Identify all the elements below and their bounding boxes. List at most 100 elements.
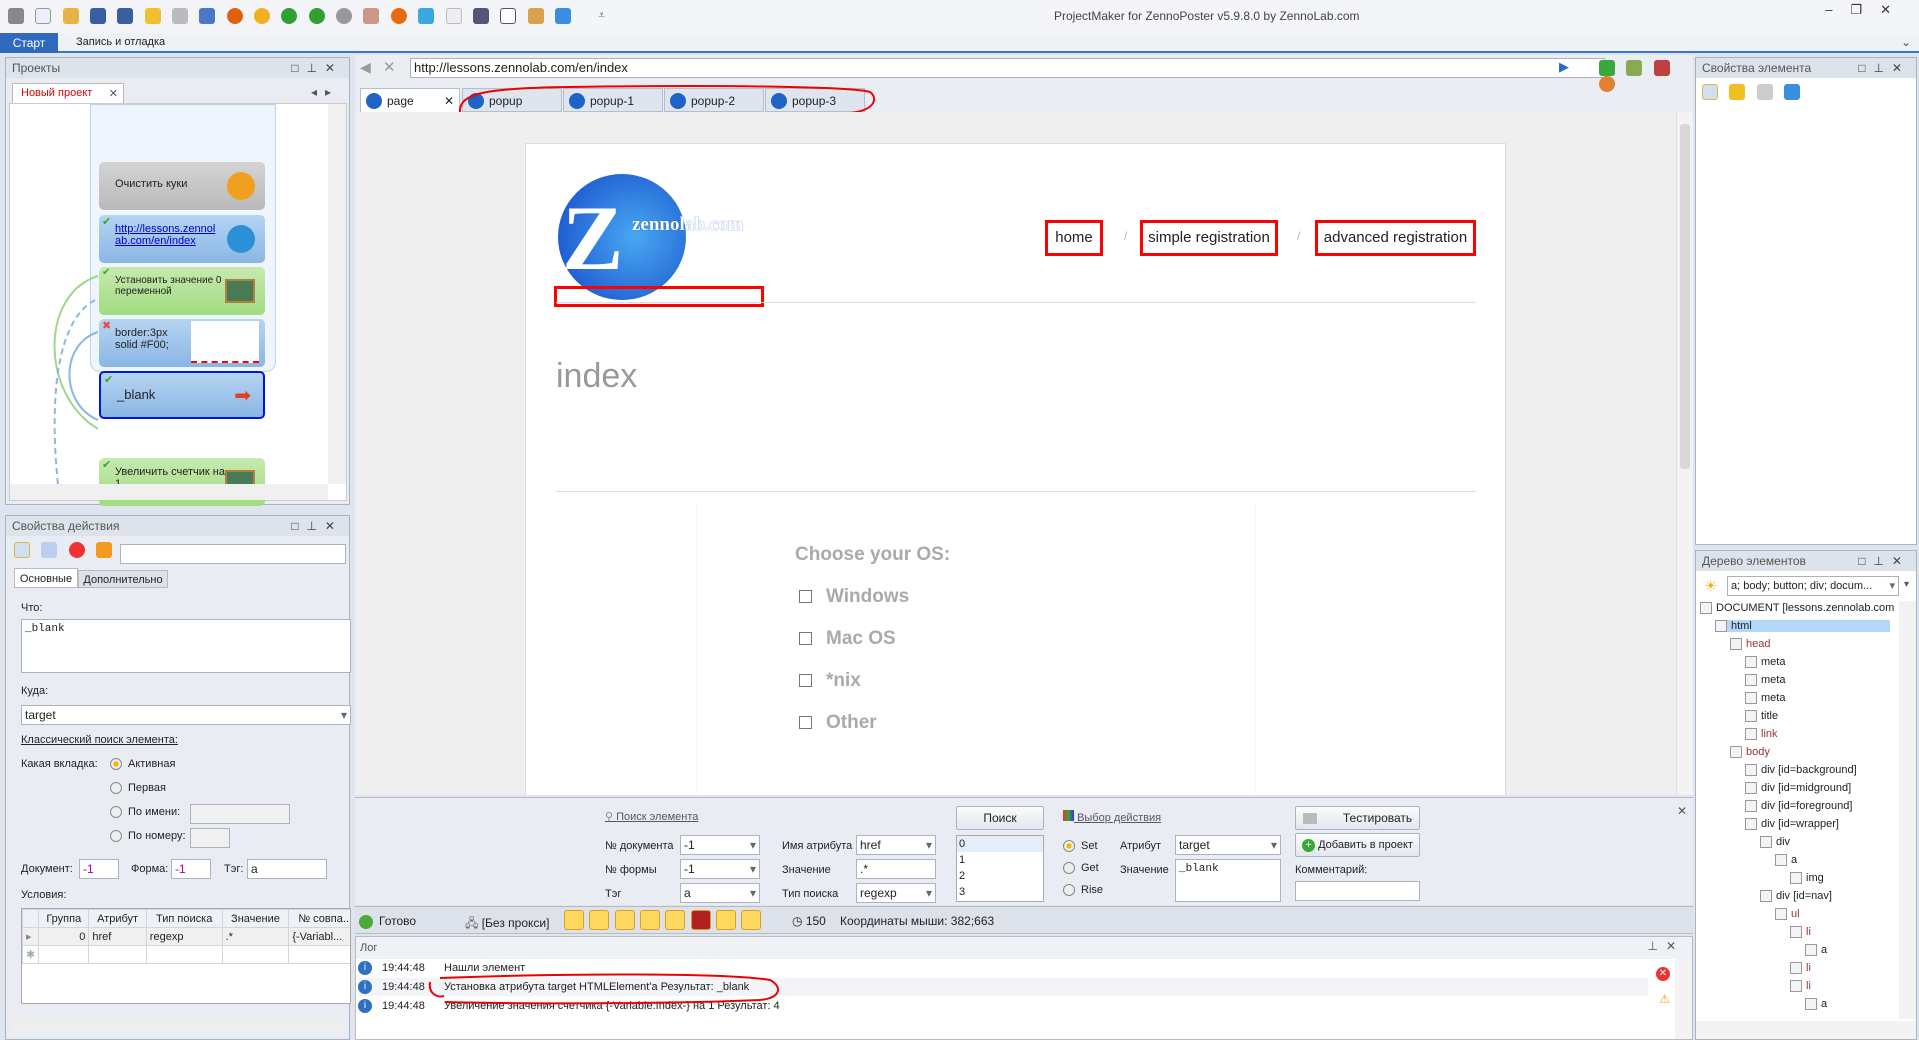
web-viewport[interactable]: Z zennolab.com home / simple registratio… xyxy=(356,112,1676,795)
action-search-input[interactable] xyxy=(120,544,346,564)
back-icon[interactable]: ◀ xyxy=(360,59,371,76)
node-set-variable[interactable]: Установить значение 0 переменной ✔ xyxy=(99,267,265,315)
step-icon[interactable] xyxy=(308,8,325,24)
tree-node[interactable]: div [id=background] xyxy=(1745,764,1857,777)
fullscreen-icon[interactable] xyxy=(554,8,571,24)
column-header[interactable]: Тип поиска xyxy=(145,909,223,928)
node-border-style[interactable]: border:3px solid #F00; ✖ xyxy=(99,319,265,367)
tab-basic[interactable]: Основные xyxy=(14,568,78,588)
log-controls[interactable]: ⊥✕ xyxy=(1647,939,1684,953)
os-macos[interactable]: Mac OS xyxy=(799,628,896,650)
doc-input[interactable]: -1 xyxy=(79,859,119,879)
address-bar[interactable]: http://lessons.zennolab.com/en/index xyxy=(410,58,1605,78)
action-set-radio[interactable]: Set xyxy=(1063,840,1098,853)
new-file-icon[interactable] xyxy=(35,8,52,24)
tree-node[interactable]: meta xyxy=(1745,656,1785,669)
doc-tab-nav[interactable]: ◂▸ xyxy=(311,85,339,99)
panel-controls[interactable]: □⊥✕ xyxy=(291,58,343,78)
firefox-icon[interactable] xyxy=(390,8,407,24)
os-windows[interactable]: Windows xyxy=(799,586,909,608)
tree-node[interactable]: div [id=wrapper] xyxy=(1745,818,1839,831)
node-navigate-url[interactable]: http://lessons.zennolab.com/en/index ✔ xyxy=(99,215,265,263)
where-select[interactable]: target xyxy=(21,705,351,725)
tab-advanced[interactable]: Дополнительно xyxy=(78,570,168,588)
tab-number-input[interactable] xyxy=(190,828,230,848)
canvas-hscrollbar[interactable] xyxy=(10,484,328,500)
cookie-icon[interactable] xyxy=(1599,76,1615,92)
action-hscrollbar[interactable] xyxy=(10,1018,346,1034)
tree-node[interactable]: body xyxy=(1730,746,1770,759)
flash-toggle-icon[interactable] xyxy=(690,910,711,930)
save-icon[interactable] xyxy=(90,8,107,24)
hourglass-icon[interactable] xyxy=(527,8,544,24)
search-doc-select[interactable]: -1 xyxy=(680,835,760,855)
play-icon[interactable] xyxy=(281,8,298,24)
db-icon[interactable] xyxy=(1653,60,1670,76)
radio-active[interactable]: Активная xyxy=(110,758,175,771)
nav-advanced-registration[interactable]: advanced registration xyxy=(1315,220,1476,256)
tree-node[interactable]: DOCUMENT [lessons.zennolab.com xyxy=(1700,602,1894,615)
save-as-icon[interactable] xyxy=(117,8,134,24)
results-list[interactable]: 0 1 2 3 xyxy=(956,835,1044,902)
tree-node[interactable]: a xyxy=(1805,944,1827,957)
tree-node[interactable]: img xyxy=(1790,872,1824,885)
canvas-vscrollbar[interactable] xyxy=(328,104,346,484)
frames-toggle-icon[interactable] xyxy=(589,910,610,930)
form-input[interactable]: -1 xyxy=(171,859,211,879)
comment-input[interactable] xyxy=(1295,881,1420,901)
result-item[interactable]: 1 xyxy=(957,852,1043,868)
go-icon[interactable]: ▶ xyxy=(1559,59,1569,75)
attr-value-input[interactable]: .* xyxy=(856,859,936,879)
warning-icon[interactable]: ⚠ xyxy=(1659,992,1670,1006)
tree-hscrollbar[interactable] xyxy=(1696,1021,1916,1039)
new-row[interactable]: ✱ xyxy=(22,945,350,964)
popups-toggle-icon[interactable] xyxy=(716,910,737,930)
table-cell[interactable]: {-Variabl... xyxy=(288,927,350,946)
conditions-grid[interactable]: Группа Атрибут Тип поиска Значение № совпа..… xyxy=(22,909,350,964)
sun-icon[interactable]: ☀ xyxy=(1704,577,1717,595)
os-nix[interactable]: *nix xyxy=(799,670,861,692)
close-tab-icon[interactable]: ✕ xyxy=(109,87,118,100)
viewport-vscrollbar-track[interactable] xyxy=(1676,112,1693,795)
mail-icon[interactable] xyxy=(445,8,462,24)
user-icon[interactable] xyxy=(363,8,380,24)
undo-icon[interactable] xyxy=(144,8,161,24)
zennolab-logo[interactable]: Z xyxy=(558,174,686,300)
add-icon[interactable] xyxy=(1599,60,1615,76)
ribbon-tab-start[interactable]: Старт xyxy=(0,33,58,53)
classic-search-link[interactable]: Классический поиск элемента: xyxy=(21,734,178,746)
table-cell[interactable]: 0 xyxy=(38,927,90,946)
ribbon-collapse-icon[interactable]: ⌄ xyxy=(1901,35,1911,49)
tree-node[interactable]: div xyxy=(1760,836,1790,849)
action-value-textarea[interactable]: _blank xyxy=(1175,859,1281,902)
css-toggle-icon[interactable] xyxy=(640,910,661,930)
tree-node[interactable]: div [id=nav] xyxy=(1760,890,1832,903)
table-cell[interactable]: regexp xyxy=(145,927,223,946)
search-element-link[interactable]: ⚲ Поиск элемента xyxy=(605,810,698,823)
red-circle-icon[interactable] xyxy=(68,542,85,558)
minimize-icon[interactable]: – xyxy=(1825,2,1850,17)
add-to-project-button[interactable]: + Добавить в проект xyxy=(1295,833,1420,857)
tree-vscrollbar[interactable] xyxy=(1899,601,1916,1019)
action-get-radio[interactable]: Get xyxy=(1063,862,1099,875)
panel-controls[interactable]: □⊥✕ xyxy=(1858,551,1910,571)
scroll-thumb[interactable] xyxy=(1680,124,1690,469)
nav-simple-registration[interactable]: simple registration xyxy=(1140,220,1278,256)
os-other[interactable]: Other xyxy=(799,712,877,734)
conditions-table[interactable]: Группа Атрибут Тип поиска Значение № совпа..… xyxy=(21,908,351,1004)
table-row[interactable]: ▸ 0 href regexp .* {-Variabl... xyxy=(22,927,350,946)
customize-icon[interactable]: ⩡ xyxy=(598,8,605,22)
node-clear-cookies[interactable]: Очистить куки xyxy=(99,162,265,210)
project-doc-tab[interactable]: Новый проект ✕ xyxy=(12,83,124,103)
column-header[interactable]: Значение xyxy=(221,909,290,928)
close-search-panel-icon[interactable]: ✕ xyxy=(1677,804,1687,818)
stop-load-icon[interactable]: ✕ xyxy=(383,58,396,76)
radio-by-name[interactable]: По имени: xyxy=(110,806,180,819)
tree-node[interactable]: head xyxy=(1730,638,1770,651)
book-icon[interactable] xyxy=(199,8,216,24)
node-blank-selected[interactable]: _blank ➡ ✔ xyxy=(99,371,265,419)
table-cell[interactable]: href xyxy=(88,927,147,946)
tree-node[interactable]: a xyxy=(1805,998,1827,1011)
tree-node[interactable]: title xyxy=(1745,710,1778,723)
tree-node[interactable]: li xyxy=(1790,962,1811,975)
